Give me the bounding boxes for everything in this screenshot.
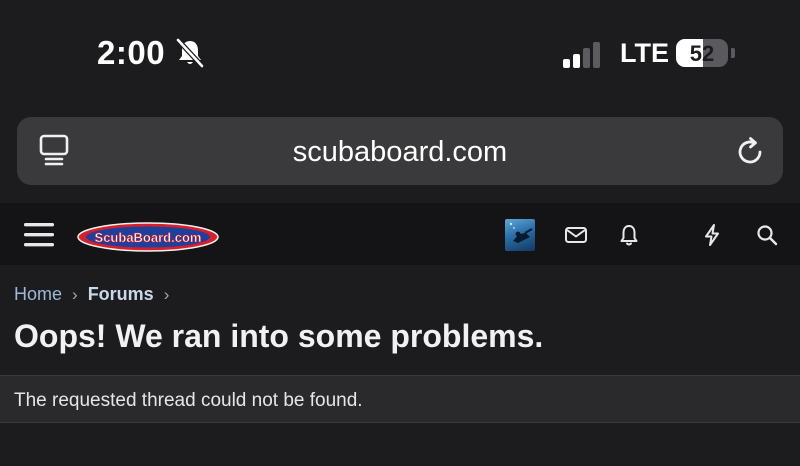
battery-nub (731, 48, 735, 58)
error-message: The requested thread could not be found. (14, 390, 363, 411)
bell-slash-icon (176, 38, 204, 68)
svg-text:ScubaBoard.com: ScubaBoard.com (95, 230, 202, 245)
network-type: LTE (620, 38, 669, 68)
signal-bar (583, 48, 590, 68)
avatar-diver-image (509, 222, 533, 243)
status-time: 2:00 (97, 34, 166, 71)
menu-icon[interactable] (24, 221, 54, 249)
chevron-right-icon: › (163, 284, 170, 304)
bell-icon[interactable] (617, 223, 641, 247)
signal-bar (573, 54, 580, 68)
signal-icon (563, 40, 605, 68)
battery-percent: 52 (689, 41, 715, 66)
error-block: The requested thread could not be found. (0, 375, 800, 423)
search-icon[interactable] (755, 223, 779, 247)
chevron-right-icon: › (72, 284, 78, 304)
signal-bar (563, 59, 570, 68)
url-text[interactable]: scubaboard.com (17, 136, 783, 169)
lightning-icon[interactable] (700, 223, 724, 247)
page-content: Home › Forums › Oops! We ran into some p… (0, 265, 800, 466)
breadcrumb: Home › Forums › (14, 284, 179, 305)
reload-icon[interactable] (733, 135, 767, 169)
breadcrumb-home[interactable]: Home (14, 284, 62, 305)
site-logo[interactable]: ScubaBoard.com (77, 222, 219, 252)
signal-bar (593, 42, 600, 68)
breadcrumb-forums[interactable]: Forums (88, 284, 154, 305)
site-header: ScubaBoard.com (0, 203, 800, 265)
page-title: Oops! We ran into some problems. (14, 318, 544, 354)
status-bar: 2:00 LTE 52 (0, 0, 800, 108)
mail-icon[interactable] (564, 223, 588, 247)
battery-icon: 52 (676, 39, 728, 67)
avatar[interactable] (505, 219, 535, 251)
url-bar[interactable]: scubaboard.com (17, 117, 783, 185)
